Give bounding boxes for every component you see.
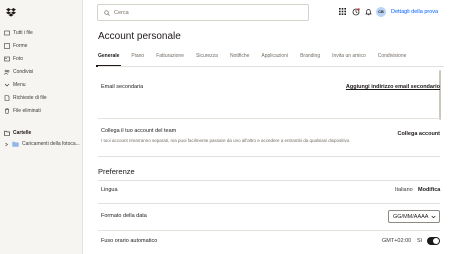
tab-applications[interactable]: Applicazioni — [261, 53, 288, 63]
settings-tabs: Generale Piano Fatturazione Sicurezza No… — [95, 53, 418, 67]
edit-language-button[interactable]: Modifica — [418, 187, 440, 193]
sidebar-item-label: Foto — [13, 55, 24, 62]
sidebar-item-label: File eliminati — [13, 107, 41, 114]
row-divider — [98, 203, 440, 204]
tab-security[interactable]: Sicurezza — [196, 53, 218, 63]
page-title: Account personale — [98, 31, 181, 42]
tab-plan[interactable]: Piano — [131, 53, 144, 63]
sidebar-folders-label: Cartelle — [13, 129, 32, 136]
bell-icon[interactable] — [364, 7, 373, 16]
folder-icon — [4, 130, 10, 136]
date-format-label: Formato della data — [101, 213, 147, 219]
sidebar-folder-label: Caricamenti della fotoca... — [22, 141, 80, 147]
sidebar-item-all-files[interactable]: Tutti i file — [4, 28, 33, 37]
sidebar-item-photos[interactable]: Foto — [4, 54, 23, 63]
folder-icon — [12, 141, 19, 147]
scrollbar[interactable] — [439, 70, 441, 120]
tab-invite-friend[interactable]: Invita un amico — [332, 53, 366, 63]
shared-icon — [4, 69, 10, 75]
timezone-value: GMT+02:00 — [382, 238, 412, 244]
auto-timezone-toggle[interactable] — [427, 237, 440, 245]
chevron-icon — [4, 82, 10, 88]
tab-sharing[interactable]: Condivisione — [378, 53, 407, 63]
tab-general[interactable]: Generale — [95, 53, 122, 67]
dropbox-logo-icon[interactable] — [6, 8, 16, 17]
auto-timezone-label: Fuso orario automatico — [101, 238, 158, 244]
chevron-right-icon[interactable] — [4, 142, 9, 147]
row-divider — [98, 230, 440, 231]
date-format-value: GG/MM/AAAA — [393, 213, 429, 220]
search-input[interactable]: Cerca — [97, 4, 309, 21]
sidebar-item-shared[interactable]: Condivisi — [4, 67, 33, 76]
activity-icon[interactable] — [351, 7, 360, 16]
chevron-down-icon — [431, 215, 436, 219]
apps-grid-icon[interactable] — [338, 7, 347, 16]
sidebar-folder-camera-uploads[interactable]: Caricamenti della fotoca... — [4, 141, 80, 147]
sidebar-item-deleted-files[interactable]: File eliminati — [4, 106, 41, 115]
trial-details-link[interactable]: Dettagli della prova — [391, 9, 438, 15]
link-team-label: Collega il tuo account del team — [101, 128, 177, 134]
tab-billing[interactable]: Fatturazione — [156, 53, 184, 63]
sidebar-item-forms[interactable]: Forme — [4, 41, 27, 50]
add-secondary-email-button[interactable]: Aggiungi indirizzo email secondario — [346, 84, 440, 90]
sidebar-item-menu[interactable]: Menu — [4, 80, 26, 89]
tabs-divider — [98, 66, 444, 67]
search-icon — [104, 9, 110, 16]
language-value: Italiano — [395, 187, 413, 193]
sidebar: Tutti i file Forme Foto Condivisi Menu R… — [0, 0, 83, 254]
sidebar-item-label: Menu — [13, 81, 26, 88]
sidebar-item-file-requests[interactable]: Richieste di file — [4, 93, 47, 102]
files-icon — [4, 30, 10, 36]
timezone-switch-label: Sì — [417, 238, 423, 244]
language-label: Lingua — [101, 187, 118, 193]
sidebar-item-label: Condivisi — [13, 68, 34, 75]
row-divider — [98, 118, 440, 119]
sidebar-folders-header[interactable]: Cartelle — [4, 128, 31, 137]
date-format-select[interactable]: GG/MM/AAAA — [388, 210, 440, 223]
sidebar-item-label: Richieste di file — [13, 94, 47, 101]
tab-branding[interactable]: Branding — [300, 53, 320, 63]
preferences-heading: Preferenze — [98, 167, 135, 176]
link-account-button[interactable]: Collega account — [398, 131, 440, 137]
search-placeholder: Cerca — [114, 9, 129, 16]
secondary-email-label: Email secondaria — [101, 84, 144, 90]
photo-icon — [4, 56, 10, 62]
row-divider — [98, 156, 440, 157]
trash-icon — [4, 108, 10, 114]
link-team-description: I tuoi account rimarranno separati, ma p… — [101, 138, 351, 143]
avatar[interactable]: CB — [376, 7, 386, 17]
file-request-icon — [4, 94, 10, 101]
sidebar-item-label: Forme — [13, 42, 28, 49]
row-divider — [98, 180, 440, 181]
sidebar-item-label: Tutti i file — [13, 29, 33, 36]
shapes-icon — [4, 42, 10, 49]
tab-notifications[interactable]: Notifiche — [230, 53, 249, 63]
